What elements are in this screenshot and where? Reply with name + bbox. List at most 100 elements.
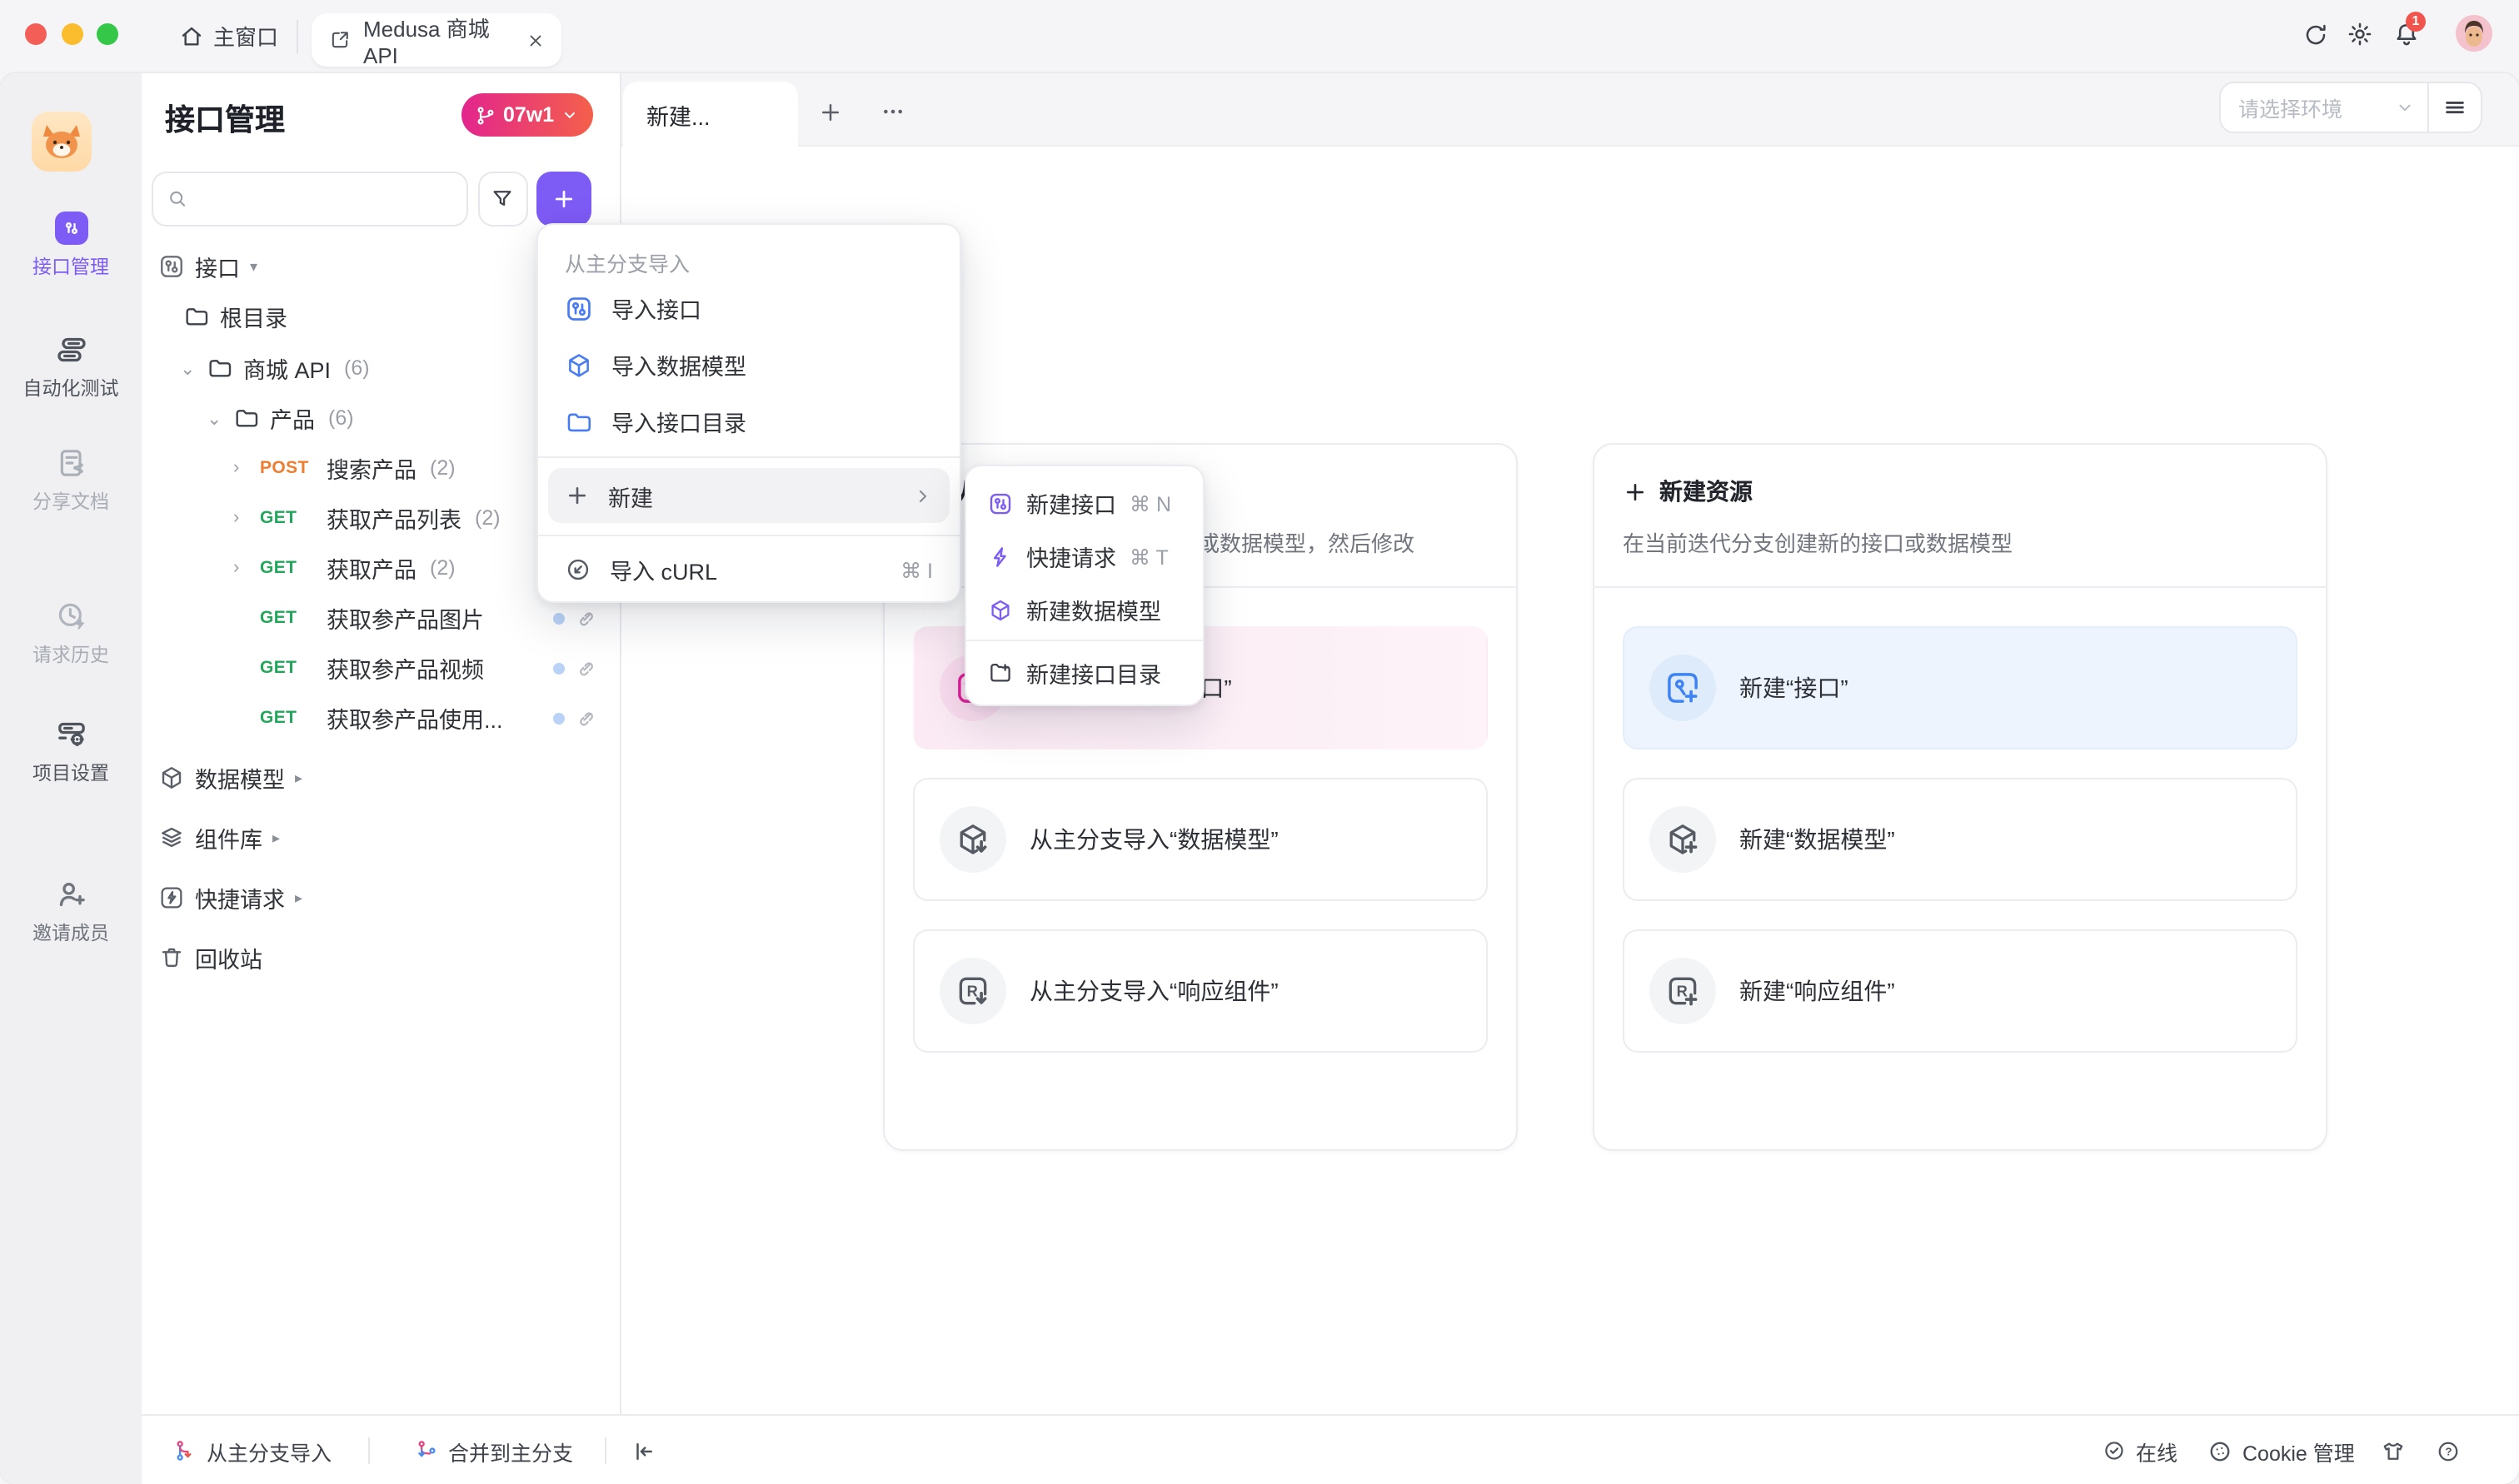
new-submenu: 新建接口 ⌘ N 快捷请求 ⌘ T 新建数据模型 新建接口目录	[965, 465, 1205, 706]
icon-circle	[940, 806, 1006, 873]
action-new-api[interactable]: 新建“接口”	[1623, 626, 2297, 749]
action-label: 从主分支导入“响应组件”	[1030, 974, 1279, 1008]
environment-selector[interactable]: 请选择环境	[2218, 82, 2482, 133]
tree-label: 获取参产品视频	[327, 651, 543, 685]
menu-group-header: 从主分支导入	[565, 247, 690, 278]
add-button[interactable]	[536, 172, 591, 227]
statusbar-import-from-main[interactable]: 从主分支导入	[173, 1416, 332, 1484]
tree-node-get-product-images[interactable]: GET 获取参产品图片	[260, 596, 596, 640]
plus-icon	[1623, 479, 1648, 504]
filter-button[interactable]	[478, 172, 527, 227]
modified-dot	[553, 712, 565, 724]
tree-node-get-product-usage[interactable]: GET 获取参产品使用...	[260, 696, 596, 740]
section-label: 组件库	[195, 821, 262, 854]
link-icon[interactable]	[575, 657, 596, 679]
chevron-right-icon: ›	[233, 508, 250, 528]
link-icon[interactable]	[575, 607, 596, 629]
statusbar-merge-to-main[interactable]: 合并到主分支	[415, 1416, 573, 1484]
window-minimize-button[interactable]	[61, 22, 82, 44]
project-logo[interactable]	[32, 112, 92, 172]
icon-circle	[1649, 806, 1716, 873]
cube-add-icon	[1664, 821, 1701, 858]
submenu-item-quick-request[interactable]: 快捷请求 ⌘ T	[975, 535, 1195, 578]
branch-badge[interactable]: 07w1	[461, 93, 592, 137]
action-new-model[interactable]: 新建“数据模型”	[1623, 778, 2297, 901]
sync-button[interactable]	[2302, 21, 2329, 47]
menu-divider	[538, 535, 960, 536]
tree-count: (2)	[430, 456, 456, 480]
layout-menu-button[interactable]	[2429, 95, 2481, 120]
rail-item-share-docs[interactable]: 分享文档	[0, 446, 142, 515]
submenu-item-new-model[interactable]: 新建数据模型	[975, 588, 1195, 631]
tree-node-get-product-list[interactable]: › GET 获取产品列表 (2)	[233, 496, 501, 540]
section-data-models[interactable]: 数据模型 ▸	[158, 756, 302, 799]
search-box[interactable]	[151, 172, 467, 227]
tree-label: 搜索产品	[327, 451, 417, 485]
rail-item-invite-members[interactable]: 邀请成员	[0, 878, 142, 946]
svg-text:R: R	[967, 982, 978, 999]
branch-import-icon	[173, 1439, 197, 1462]
help-button[interactable]: ?	[2436, 1416, 2461, 1484]
settings-button[interactable]	[2346, 19, 2374, 47]
tree-count: (2)	[430, 556, 456, 580]
rail-item-api-management[interactable]: 接口管理	[0, 212, 142, 280]
tree-count: (6)	[344, 356, 370, 380]
theme-button[interactable]	[2381, 1416, 2406, 1484]
menu-item-import-folder[interactable]: 导入接口目录	[548, 398, 950, 445]
rail-item-automated-testing[interactable]: 自动化测试	[0, 333, 142, 401]
tree-node-products[interactable]: ⌄ 产品 (6)	[207, 396, 354, 440]
submenu-divider	[966, 640, 1203, 641]
tree-node-mall-api[interactable]: ⌄ 商城 API (6)	[180, 346, 370, 390]
modified-dot	[553, 662, 565, 674]
section-quick-request[interactable]: 快捷请求 ▸	[158, 876, 302, 919]
rail-item-request-history[interactable]: 请求历史	[0, 600, 142, 668]
collapse-left-icon	[631, 1438, 656, 1463]
folder-plus-icon	[988, 660, 1013, 685]
submenu-item-new-api[interactable]: 新建接口 ⌘ N	[975, 481, 1195, 525]
online-status[interactable]: 在线	[2102, 1416, 2177, 1484]
action-import-model[interactable]: 从主分支导入“数据模型”	[913, 778, 1488, 901]
card-title: 新建资源	[1659, 475, 1753, 508]
cookie-manager-button[interactable]: Cookie 管理	[2207, 1416, 2355, 1484]
action-label: 新建“响应组件”	[1739, 974, 1895, 1008]
method-badge: GET	[260, 708, 317, 728]
collapse-sidebar-button[interactable]	[631, 1416, 656, 1484]
tree-node-root-folder[interactable]: 根目录	[183, 295, 287, 338]
api-icon	[158, 253, 185, 280]
new-tab-button[interactable]	[811, 93, 848, 130]
rail-item-project-settings[interactable]: 项目设置	[0, 718, 142, 786]
search-input[interactable]	[198, 187, 452, 212]
menu-item-import-curl[interactable]: 导入 cURL ⌘ I	[548, 546, 950, 593]
link-icon[interactable]	[575, 707, 596, 729]
menu-item-import-api[interactable]: 导入接口	[548, 285, 950, 331]
plus-icon	[565, 483, 590, 508]
card-title-row: 新建资源	[1623, 475, 1753, 508]
tree-node-get-product[interactable]: › GET 获取产品 (2)	[233, 546, 456, 590]
caret-down-icon: ▾	[250, 257, 257, 276]
avatar-image	[2456, 15, 2492, 52]
tree-node-apis[interactable]: 接口 ▾	[158, 245, 257, 288]
action-import-response-component[interactable]: R 从主分支导入“响应组件”	[913, 929, 1488, 1053]
tree-node-get-product-videos[interactable]: GET 获取参产品视频	[260, 646, 596, 690]
gear-icon	[2346, 19, 2374, 47]
caret-right-icon: ▸	[272, 829, 280, 847]
section-component-library[interactable]: 组件库 ▸	[158, 816, 280, 859]
tab-new[interactable]: 新建...	[623, 82, 798, 148]
window-close-button[interactable]	[25, 22, 47, 44]
action-new-response-component[interactable]: R 新建“响应组件”	[1623, 929, 2297, 1053]
section-recycle-bin[interactable]: 回收站	[158, 936, 262, 979]
chevron-down-icon	[561, 107, 577, 123]
section-label: 快捷请求	[195, 881, 285, 914]
main-window-tab[interactable]: 主窗口	[178, 20, 278, 52]
tab-options-button[interactable]	[875, 93, 911, 130]
avatar[interactable]	[2456, 15, 2492, 52]
window-zoom-button[interactable]	[97, 22, 118, 44]
tree-node-search-products[interactable]: › POST 搜索产品 (2)	[233, 446, 456, 490]
submenu-item-new-folder[interactable]: 新建接口目录	[975, 651, 1195, 695]
menu-item-new[interactable]: 新建	[548, 468, 950, 523]
rail-label: 邀请成员	[0, 919, 142, 946]
close-icon[interactable]	[526, 31, 545, 49]
tree-label: 产品	[270, 401, 315, 435]
menu-item-import-model[interactable]: 导入数据模型	[548, 341, 950, 388]
document-tab[interactable]: Medusa 商城 API	[312, 13, 561, 67]
